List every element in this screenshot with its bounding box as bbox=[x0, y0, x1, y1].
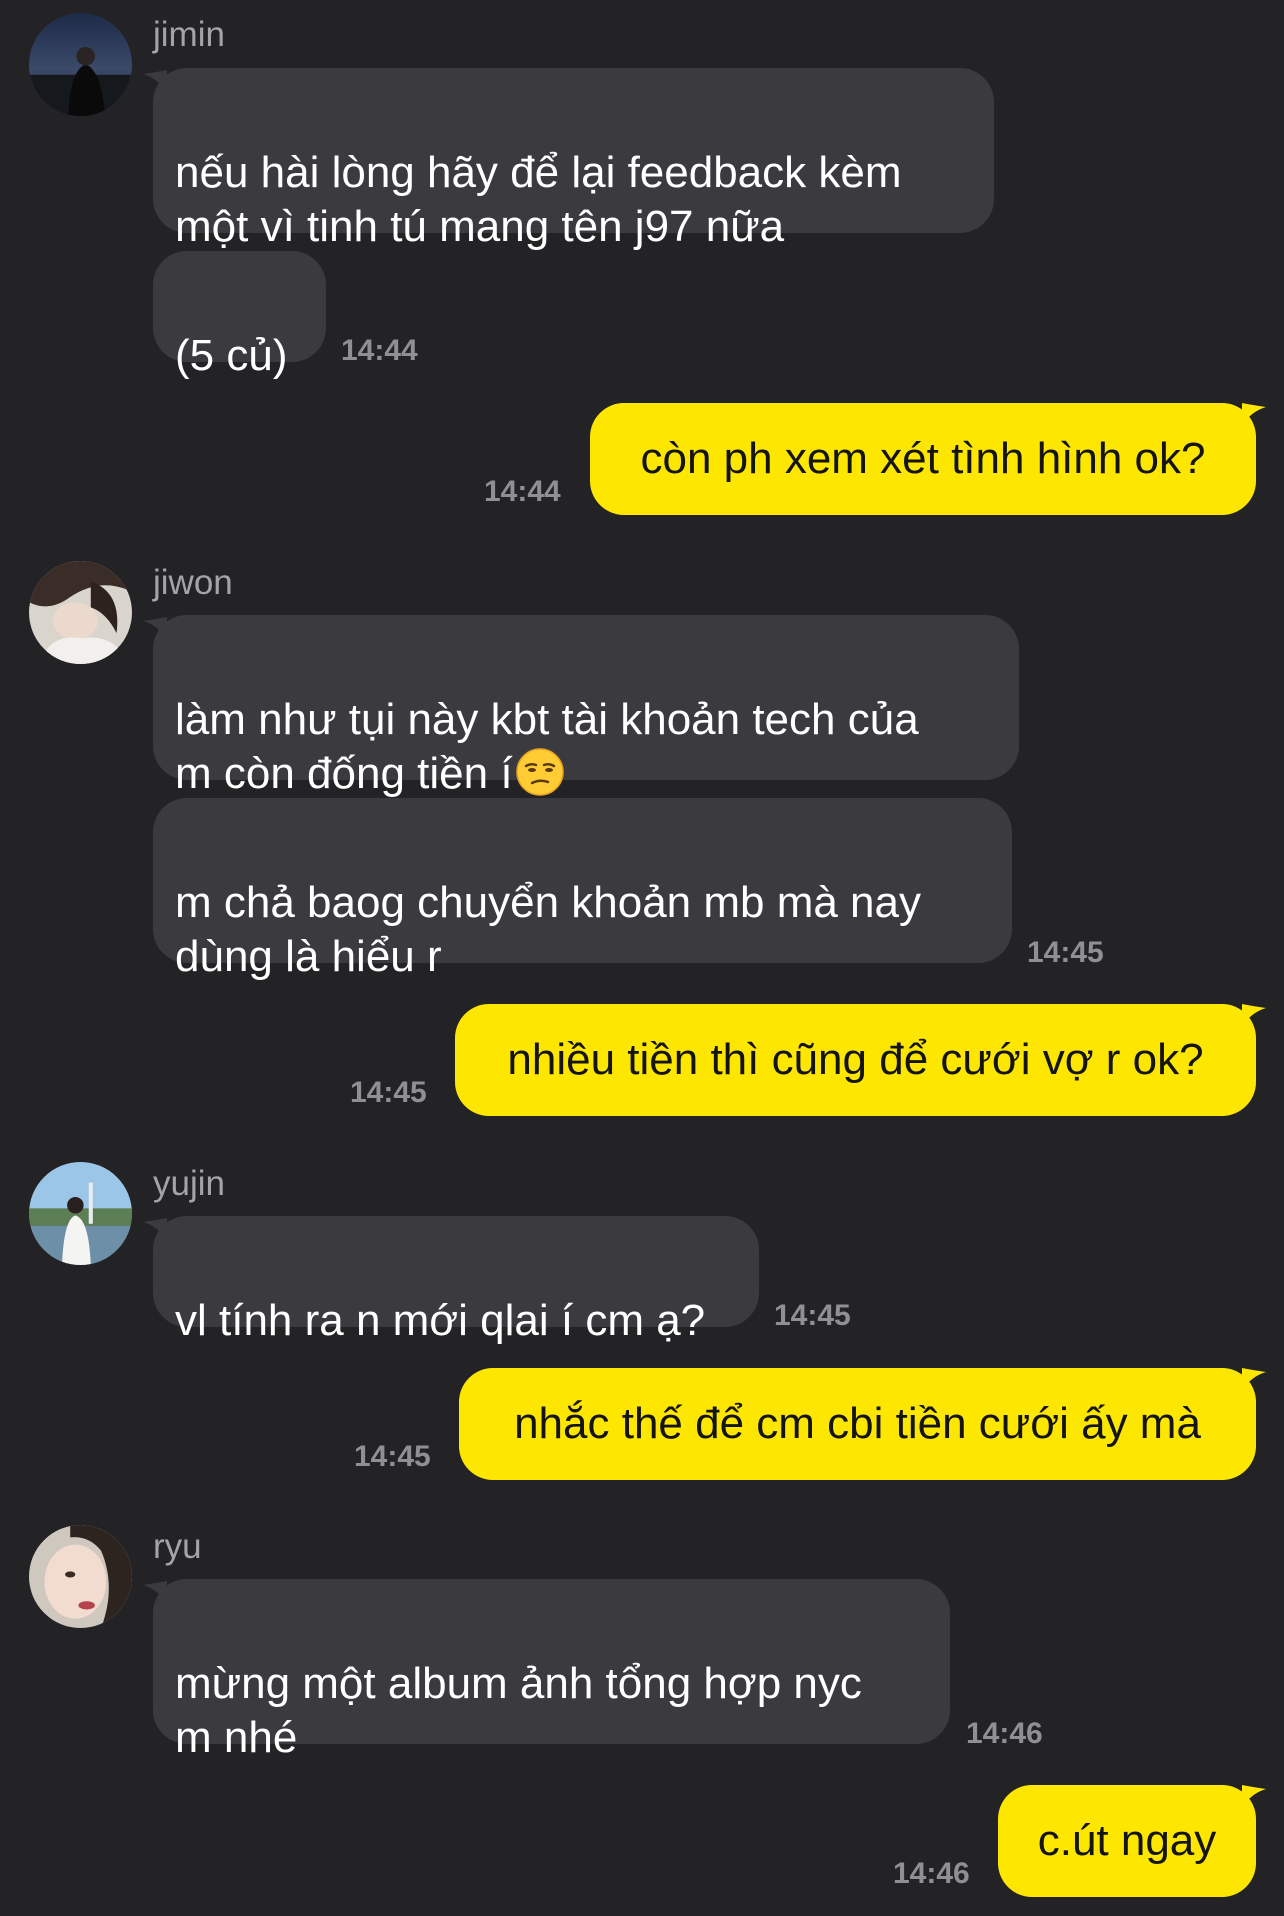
message-text: còn ph xem xét tình hình ok? bbox=[640, 434, 1206, 483]
message-text: c.út ngay bbox=[1037, 1816, 1217, 1865]
avatar-ryu[interactable] bbox=[29, 1525, 132, 1628]
bubble-tail-icon bbox=[1242, 403, 1266, 425]
sender-name: jiwon bbox=[153, 563, 233, 602]
unamused-face-emoji-icon bbox=[515, 747, 565, 797]
bubble-tail-icon bbox=[143, 1218, 167, 1240]
avatar-jiwon[interactable] bbox=[29, 561, 132, 664]
message-text: mừng một album ảnh tổng hợp nyc m nhé bbox=[175, 1659, 862, 1762]
message-text: (5 củ) bbox=[175, 331, 288, 380]
message-bubble-outgoing[interactable]: nhắc thế để cm cbi tiền cưới ấy mà bbox=[459, 1368, 1256, 1480]
sender-name: yujin bbox=[153, 1164, 225, 1203]
message-text: nhắc thế để cm cbi tiền cưới ấy mà bbox=[514, 1399, 1201, 1448]
avatar-yujin[interactable] bbox=[29, 1162, 132, 1265]
message-bubble-outgoing[interactable]: còn ph xem xét tình hình ok? bbox=[590, 403, 1256, 515]
message-bubble-incoming[interactable]: vl tính ra n mới qlai í cm ạ? bbox=[153, 1216, 759, 1345]
profile-photo-icon bbox=[29, 561, 132, 664]
message-bubble-incoming[interactable]: mừng một album ảnh tổng hợp nyc m nhé bbox=[153, 1579, 950, 1762]
bubble-tail-icon bbox=[1242, 1785, 1266, 1807]
bubble-tail-icon bbox=[143, 70, 167, 92]
message-bubble-incoming[interactable]: làm như tụi này kbt tài khoản tech của m… bbox=[153, 615, 1019, 798]
profile-photo-icon bbox=[29, 1525, 132, 1628]
bubble-tail-icon bbox=[1242, 1368, 1266, 1390]
message-bubble-incoming[interactable]: nếu hài lòng hãy để lại feedback kèm một… bbox=[153, 68, 994, 251]
profile-photo-icon bbox=[29, 13, 132, 116]
bubble-tail-icon bbox=[143, 617, 167, 639]
message-timestamp: 14:45 bbox=[774, 1299, 851, 1332]
profile-photo-icon bbox=[29, 1162, 132, 1265]
message-timestamp: 14:44 bbox=[484, 475, 561, 508]
bubble-tail-icon bbox=[143, 1581, 167, 1603]
message-bubble-incoming[interactable]: (5 củ) bbox=[153, 251, 326, 380]
message-timestamp: 14:45 bbox=[1027, 936, 1104, 969]
message-timestamp: 14:45 bbox=[350, 1076, 427, 1109]
bubble-tail-icon bbox=[1242, 1004, 1266, 1026]
message-text: nhiều tiền thì cũng để cưới vợ r ok? bbox=[507, 1035, 1204, 1084]
message-timestamp: 14:45 bbox=[354, 1440, 431, 1473]
message-timestamp: 14:46 bbox=[966, 1717, 1043, 1750]
sender-name: ryu bbox=[153, 1527, 202, 1566]
message-bubble-outgoing[interactable]: nhiều tiền thì cũng để cưới vợ r ok? bbox=[455, 1004, 1256, 1116]
avatar-jimin[interactable] bbox=[29, 13, 132, 116]
message-bubble-incoming[interactable]: m chả baog chuyển khoản mb mà nay dùng l… bbox=[153, 798, 1012, 981]
message-timestamp: 14:46 bbox=[893, 1857, 970, 1890]
chat-message-list[interactable]: jimin nếu hài lòng hãy để lại feedback k… bbox=[0, 0, 1284, 1916]
message-text: vl tính ra n mới qlai í cm ạ? bbox=[175, 1296, 706, 1345]
sender-name: jimin bbox=[153, 15, 225, 54]
message-text: m chả baog chuyển khoản mb mà nay dùng l… bbox=[175, 878, 922, 981]
message-text: nếu hài lòng hãy để lại feedback kèm một… bbox=[175, 148, 902, 251]
message-bubble-outgoing[interactable]: c.út ngay bbox=[998, 1785, 1256, 1897]
message-timestamp: 14:44 bbox=[341, 334, 418, 367]
